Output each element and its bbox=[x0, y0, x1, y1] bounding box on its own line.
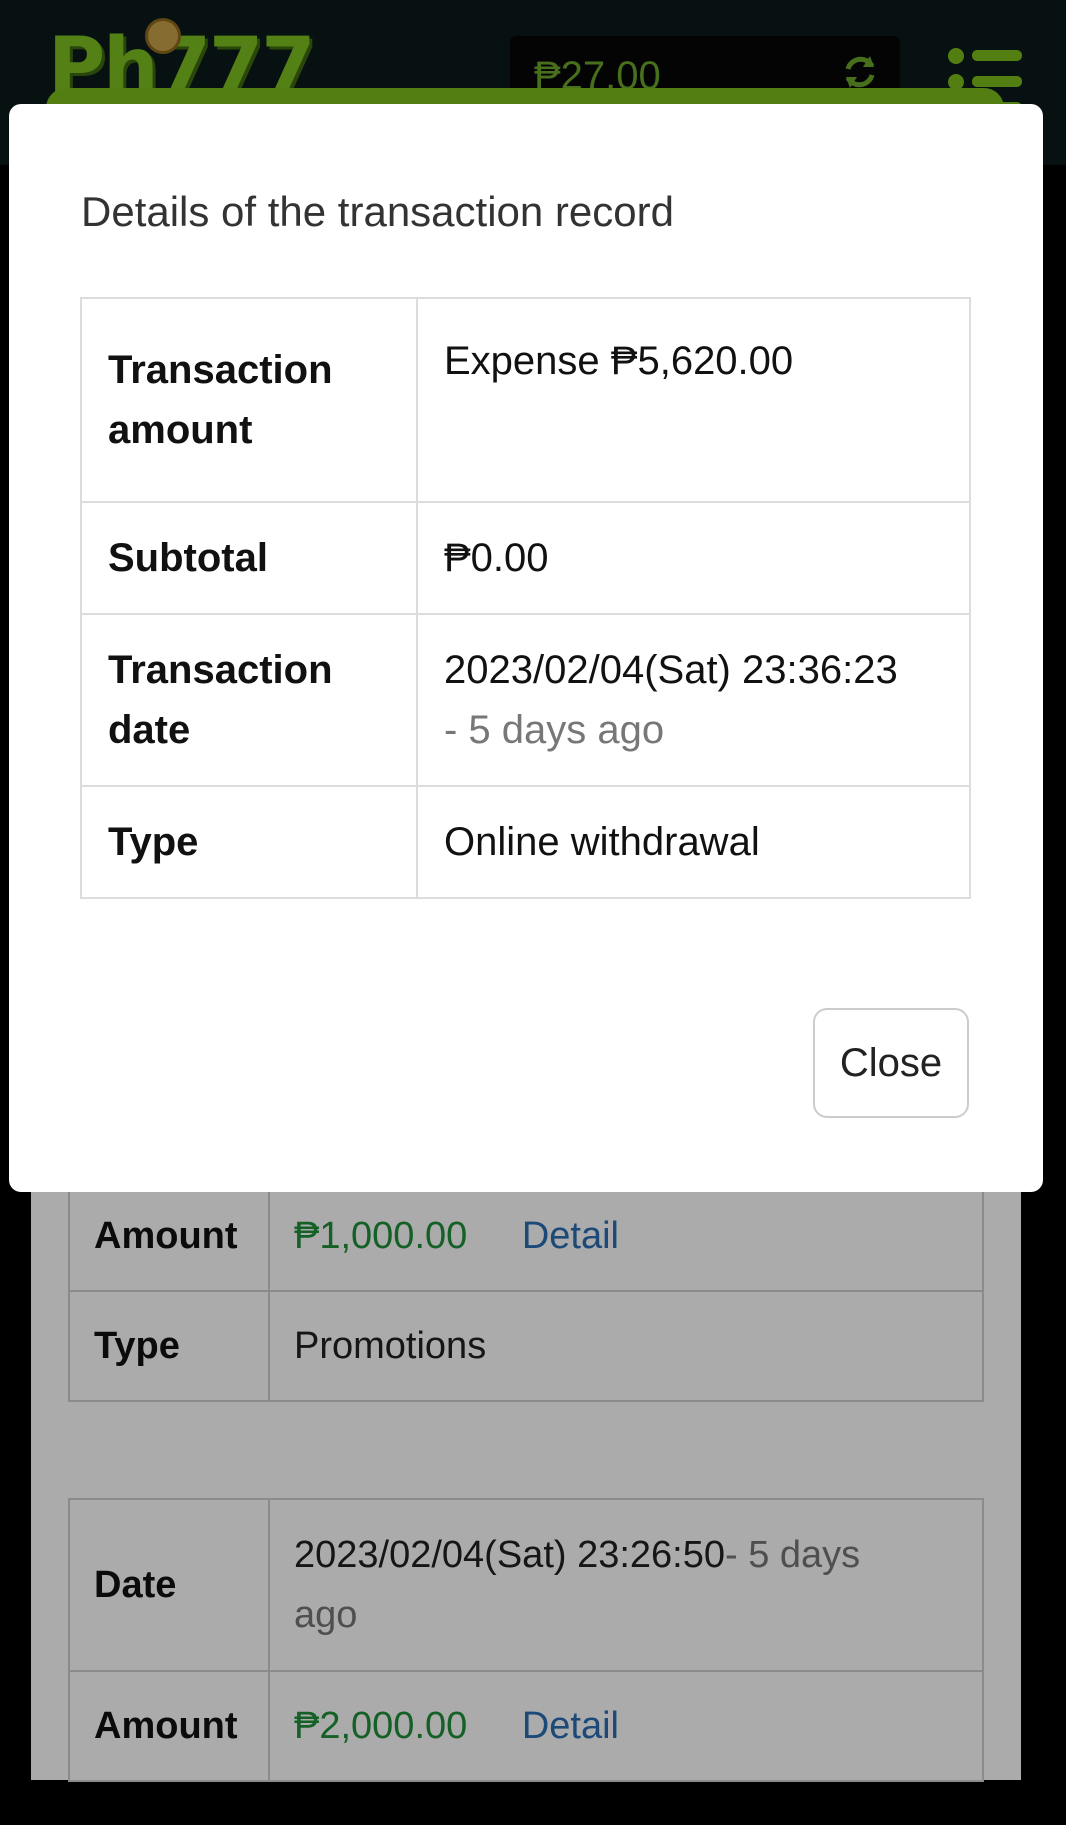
transaction-date-cell: 2023/02/04(Sat) 23:36:23 - 5 days ago bbox=[416, 613, 971, 787]
app-root: Ph777 ₱27.00 Amount ₱1,000.00 Detail Typ… bbox=[0, 0, 1066, 1825]
table-row: Transaction amount Expense ₱5,620.00 bbox=[80, 297, 971, 503]
transaction-date-label: Transaction date bbox=[80, 613, 418, 787]
type-value: Online withdrawal bbox=[416, 785, 971, 899]
table-row: Transaction date 2023/02/04(Sat) 23:36:2… bbox=[80, 613, 971, 787]
modal-title: Details of the transaction record bbox=[81, 188, 674, 235]
transaction-amount-label: Transaction amount bbox=[80, 297, 418, 503]
transaction-date-relative: - 5 days ago bbox=[444, 708, 665, 752]
table-row: Type Online withdrawal bbox=[80, 785, 971, 899]
transaction-date-value: 2023/02/04(Sat) 23:36:23 bbox=[444, 648, 898, 692]
table-row: Subtotal ₱0.00 bbox=[80, 501, 971, 615]
subtotal-value: ₱0.00 bbox=[416, 501, 971, 615]
transaction-detail-modal: Details of the transaction record Transa… bbox=[9, 104, 1043, 1192]
transaction-amount-value: Expense ₱5,620.00 bbox=[416, 297, 971, 503]
transaction-detail-table: Transaction amount Expense ₱5,620.00 Sub… bbox=[80, 297, 971, 899]
subtotal-label: Subtotal bbox=[80, 501, 418, 615]
type-label: Type bbox=[80, 785, 418, 899]
close-button[interactable]: Close bbox=[813, 1008, 969, 1118]
